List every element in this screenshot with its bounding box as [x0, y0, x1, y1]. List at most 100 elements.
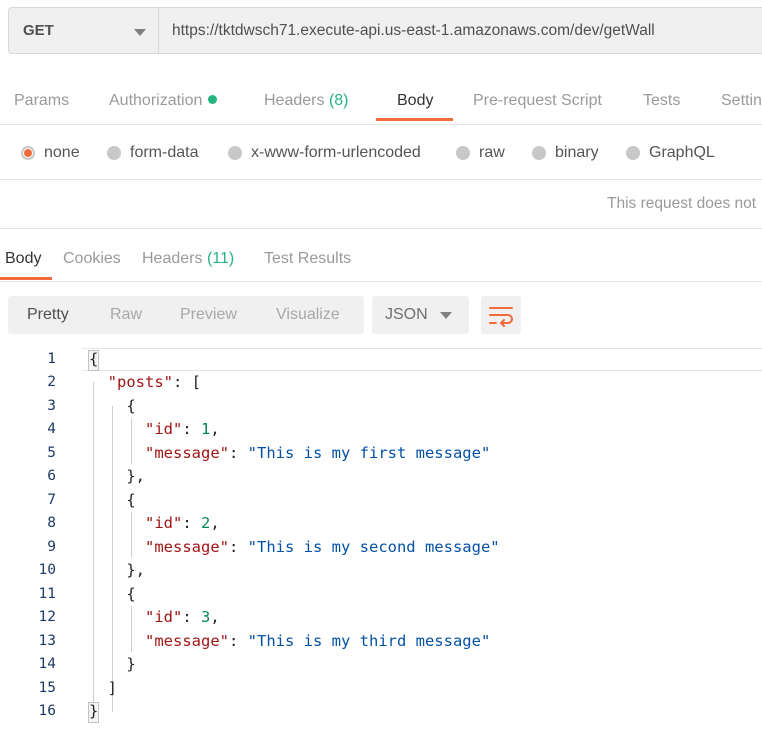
radio-icon: [532, 146, 546, 160]
tab-authorization-label: Authorization: [109, 92, 203, 109]
code-line: {: [89, 585, 136, 603]
tab-params[interactable]: Params: [14, 92, 69, 110]
headers-count: (8): [328, 92, 349, 109]
radio-graphql[interactable]: GraphQL: [626, 144, 715, 162]
code-line: "posts": [: [107, 373, 201, 391]
radio-urlencoded-label: x-www-form-urlencoded: [251, 144, 421, 161]
url-text: https://tktdwsch71.execute-api.us-east-1…: [172, 22, 655, 39]
radio-none[interactable]: none: [21, 144, 80, 162]
response-code-view[interactable]: 1 2 3 4 5 6 7 8 9 10 11 12 13 14 15 16 {…: [0, 348, 762, 742]
wrap-lines-icon: [489, 307, 513, 327]
method-select[interactable]: GET: [8, 7, 158, 54]
chevron-down-icon: [134, 29, 146, 36]
code-line: ]: [89, 679, 117, 697]
tab-headers[interactable]: Headers (8): [264, 92, 349, 110]
line-number: 9: [47, 539, 56, 555]
wrap-lines-button[interactable]: [481, 296, 521, 334]
tab-tests[interactable]: Tests: [643, 92, 680, 110]
tab-headers-label: Headers: [264, 92, 325, 109]
tab-authorization[interactable]: Authorization: [109, 92, 218, 110]
code-line: }: [89, 655, 136, 673]
radio-raw[interactable]: raw: [456, 144, 505, 162]
format-label: JSON: [385, 306, 428, 323]
response-tab-body[interactable]: Body: [5, 250, 41, 268]
line-number: 11: [38, 586, 56, 602]
code-line: {: [89, 350, 99, 368]
code-line: }: [89, 702, 99, 720]
view-raw-button[interactable]: Raw: [110, 306, 142, 324]
code-line: "id": 1,: [145, 420, 220, 438]
line-number: 4: [47, 421, 56, 437]
code-line: "message": "This is my first message": [145, 444, 491, 462]
body-type-options: none form-data x-www-form-urlencoded raw…: [0, 125, 762, 180]
code-line: },: [89, 561, 145, 579]
radio-icon: [626, 146, 640, 160]
line-number: 13: [38, 633, 56, 649]
radio-form-data[interactable]: form-data: [107, 144, 198, 162]
radio-graphql-label: GraphQL: [649, 144, 715, 161]
response-tab-headers-label: Headers: [142, 250, 203, 267]
response-tab-test-results[interactable]: Test Results: [264, 250, 351, 268]
code-line: },: [89, 467, 145, 485]
radio-binary-label: binary: [555, 144, 599, 161]
status-dot-icon: [208, 95, 218, 104]
line-number: 10: [38, 562, 56, 578]
line-number: 15: [38, 680, 56, 696]
code-line: "message": "This is my third message": [145, 632, 491, 650]
tab-settings[interactable]: Settin: [721, 92, 762, 110]
tab-prerequest-script[interactable]: Pre-request Script: [473, 92, 602, 110]
line-number: 7: [47, 492, 56, 508]
view-visualize-button[interactable]: Visualize: [276, 306, 340, 324]
json-string: "This is my third message": [247, 632, 491, 650]
line-number: 5: [47, 445, 56, 461]
view-preview-button[interactable]: Preview: [180, 306, 237, 324]
format-select[interactable]: JSON: [372, 296, 469, 334]
json-key: "message": [145, 444, 229, 462]
line-number: 12: [38, 609, 56, 625]
code-line: "message": "This is my second message": [145, 538, 500, 556]
json-key: "posts": [107, 373, 173, 391]
line-number: 16: [38, 703, 56, 719]
json-key: "id": [145, 514, 183, 532]
response-tab-cookies[interactable]: Cookies: [63, 250, 121, 268]
radio-icon: [228, 146, 242, 160]
method-label: GET: [23, 22, 54, 39]
line-number: 3: [47, 398, 56, 414]
tab-body[interactable]: Body: [397, 92, 433, 110]
radio-binary[interactable]: binary: [532, 144, 599, 162]
json-key: "message": [145, 538, 229, 556]
json-number: 1: [201, 420, 211, 438]
view-pretty-button[interactable]: Pretty: [27, 306, 69, 324]
radio-checked-icon: [21, 146, 35, 160]
response-headers-count: (11): [206, 250, 235, 267]
line-number: 8: [47, 515, 56, 531]
json-number: 3: [201, 608, 211, 626]
line-number: 14: [38, 656, 56, 672]
radio-x-www-form-urlencoded[interactable]: x-www-form-urlencoded: [228, 144, 421, 162]
line-number: 2: [47, 374, 56, 390]
chevron-down-icon: [440, 312, 452, 319]
line-number: 6: [47, 468, 56, 484]
active-line-highlight: [82, 349, 762, 371]
body-notice-row: This request does not: [0, 180, 762, 229]
json-string: "This is my first message": [247, 444, 491, 462]
response-tabs: Body Cookies Headers (11) Test Results: [0, 229, 762, 282]
radio-form-data-label: form-data: [130, 144, 199, 161]
body-notice-text: This request does not: [607, 195, 757, 212]
json-key: "message": [145, 632, 229, 650]
response-tab-headers[interactable]: Headers (11): [142, 250, 234, 268]
json-number: 2: [201, 514, 211, 532]
radio-none-label: none: [44, 144, 80, 161]
active-tab-indicator: [376, 118, 453, 121]
radio-icon: [107, 146, 121, 160]
radio-icon: [456, 146, 470, 160]
line-number: 1: [47, 351, 56, 367]
json-string: "This is my second message": [247, 538, 500, 556]
json-key: "id": [145, 420, 183, 438]
view-mode-segmented-control: Pretty Raw Preview Visualize: [8, 296, 364, 334]
code-line: {: [89, 397, 136, 415]
code-line: "id": 3,: [145, 608, 220, 626]
radio-raw-label: raw: [479, 144, 505, 161]
json-key: "id": [145, 608, 183, 626]
url-input[interactable]: https://tktdwsch71.execute-api.us-east-1…: [158, 7, 762, 54]
